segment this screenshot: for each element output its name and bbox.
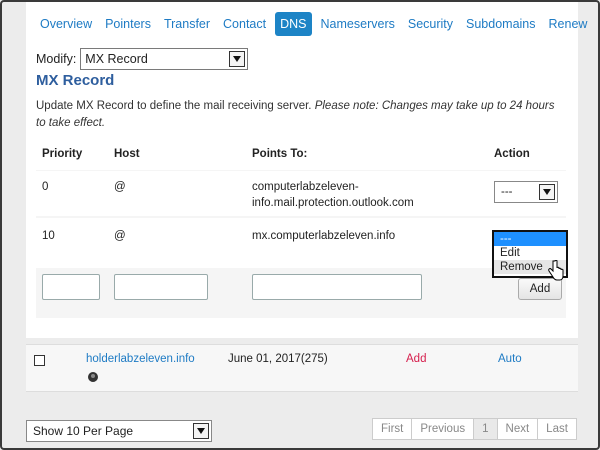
header-action: Action <box>494 148 530 160</box>
row-priority: 10 <box>42 230 55 242</box>
row-host: @ <box>114 230 126 242</box>
tab-nameservers[interactable]: Nameservers <box>317 12 399 36</box>
domain-expiry-date: June 01, 2017(275) <box>228 353 328 365</box>
page-next[interactable]: Next <box>498 419 539 439</box>
tab-overview[interactable]: Overview <box>36 12 96 36</box>
dns-panel: Overview Pointers Transfer Contact DNS N… <box>26 2 587 338</box>
tab-transfer[interactable]: Transfer <box>160 12 214 36</box>
dropdown-option-edit[interactable]: Edit <box>494 246 566 260</box>
header-host: Host <box>114 148 140 160</box>
tab-renew[interactable]: Renew <box>545 12 592 36</box>
host-input[interactable] <box>114 274 208 300</box>
table-row: 10 @ mx.computerlabzeleven.info <box>36 218 566 268</box>
hand-cursor-icon <box>548 260 564 281</box>
description-text: Update MX Record to define the mail rece… <box>36 100 315 112</box>
chevron-down-icon <box>229 51 246 67</box>
row-priority: 0 <box>42 181 49 193</box>
record-type-value: MX Record <box>85 52 148 66</box>
per-page-select[interactable]: Show 10 Per Page <box>26 420 212 442</box>
tab-dns[interactable]: DNS <box>275 12 312 36</box>
modify-row: Modify: MX Record <box>36 48 249 70</box>
table-row: 0 @ computerlabzeleven-info.mail.protect… <box>36 171 566 216</box>
header-priority: Priority <box>42 148 83 160</box>
tab-subdomains[interactable]: Subdomains <box>462 12 540 36</box>
mx-table: Priority Host Points To: Action 0 @ comp… <box>36 140 566 318</box>
row-points-to: mx.computerlabzeleven.info <box>252 230 396 242</box>
pagination: First Previous 1 Next Last <box>372 418 577 440</box>
domain-add-link[interactable]: Add <box>406 353 426 365</box>
row-host: @ <box>114 181 126 193</box>
tab-contact[interactable]: Contact <box>219 12 270 36</box>
chevron-down-icon <box>539 184 555 200</box>
page-first[interactable]: First <box>373 419 413 439</box>
page-current[interactable]: 1 <box>474 419 498 439</box>
globe-icon <box>88 372 98 382</box>
priority-input[interactable] <box>42 274 100 300</box>
dropdown-option-none[interactable]: --- <box>494 232 566 246</box>
domain-checkbox[interactable] <box>34 355 45 366</box>
per-page-value: Show 10 Per Page <box>33 424 134 438</box>
tab-security[interactable]: Security <box>404 12 457 36</box>
page-previous[interactable]: Previous <box>412 419 475 439</box>
points-to-input[interactable] <box>252 274 422 300</box>
domain-link[interactable]: holderlabzeleven.info <box>86 353 195 365</box>
section-title: MX Record <box>36 72 115 89</box>
domain-row: holderlabzeleven.info June 01, 2017(275)… <box>26 344 578 392</box>
tab-pointers[interactable]: Pointers <box>101 12 155 36</box>
record-type-select[interactable]: MX Record <box>80 48 249 70</box>
modify-label: Modify: <box>36 52 77 66</box>
tab-bar: Overview Pointers Transfer Contact DNS N… <box>36 12 596 36</box>
row-points-to: computerlabzeleven-info.mail.protection.… <box>252 181 414 209</box>
domain-auto-link[interactable]: Auto <box>498 353 522 365</box>
page-last[interactable]: Last <box>538 419 576 439</box>
chevron-down-icon <box>193 423 209 439</box>
action-select-value: --- <box>501 186 513 198</box>
description: Update MX Record to define the mail rece… <box>36 98 566 132</box>
header-points-to: Points To: <box>252 148 308 160</box>
window-frame: Overview Pointers Transfer Contact DNS N… <box>0 0 600 450</box>
table-header: Priority Host Points To: Action <box>36 140 566 170</box>
action-select[interactable]: --- <box>494 181 558 203</box>
